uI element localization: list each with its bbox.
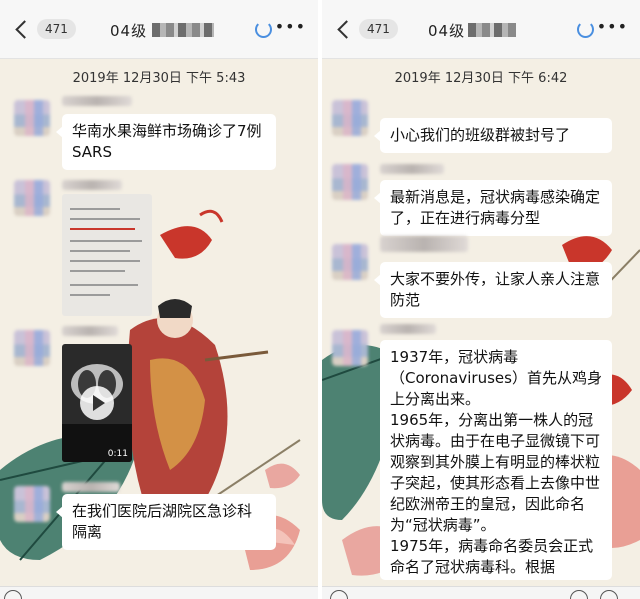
avatar[interactable] [14,486,50,522]
input-bar [0,586,318,599]
message-bubble[interactable]: 最新消息是，冠状病毒感染确定了，正在进行病毒分型 [374,180,612,236]
video-duration: 0:11 [107,449,128,459]
chat-screenshot-right: 471 04级 ••• 2019年 12月30日 下午 6:42 小心我们的班级… [322,0,640,599]
message-bubble[interactable]: 1937年，冠状病毒（Coronaviruses）首先从鸡身上分离出来。 196… [380,340,612,580]
message-bubble[interactable]: 大家不要外传，让家人亲人注意防范 [374,262,612,318]
sender-name [62,180,122,190]
sender-name [62,96,132,106]
avatar[interactable] [332,244,368,280]
video-message[interactable]: 0:11 [62,344,132,462]
sender-name [380,164,444,174]
refresh-icon[interactable] [255,21,272,38]
sender-name [380,236,468,252]
unread-count: 471 [359,19,398,39]
chat-title: 04级 [428,22,466,40]
emoji-icon[interactable] [570,590,588,599]
avatar[interactable] [332,330,368,366]
message-bubble[interactable]: 华南水果海鲜市场确诊了7例SARS [56,114,276,170]
input-bar [322,586,640,599]
message-bubble[interactable]: 在我们医院后湖院区急诊科隔离 [56,494,276,550]
avatar[interactable] [332,164,368,200]
chat-header: 471 04级 ••• [0,0,318,59]
refresh-icon[interactable] [577,21,594,38]
back-chevron-icon [337,19,356,39]
sender-name [380,324,436,334]
play-icon[interactable] [80,386,114,420]
avatar[interactable] [14,100,50,136]
redacted-title [468,23,516,37]
voice-icon[interactable] [4,590,22,599]
message-timestamp: 2019年 12月30日 下午 6:42 [394,71,568,86]
unread-count: 471 [37,19,76,39]
image-message[interactable] [62,194,152,316]
sender-name [62,482,120,492]
more-icon[interactable]: ••• [597,19,628,35]
message-bubble[interactable]: 小心我们的班级群被封号了 [374,118,612,153]
more-icon[interactable]: ••• [275,19,306,35]
avatar[interactable] [14,180,50,216]
redacted-title [152,23,214,37]
chat-title: 04级 [110,22,148,40]
add-icon[interactable] [600,590,618,599]
chat-header: 471 04级 ••• [322,0,640,59]
back-chevron-icon [15,19,34,39]
back-button[interactable]: 471 [14,18,76,40]
avatar[interactable] [14,330,50,366]
avatar[interactable] [332,100,368,136]
sender-name [62,326,118,336]
chat-screenshot-left: 471 04级 ••• 2019年 12月30日 下午 5:43 华南水果海鲜市… [0,0,318,599]
back-button[interactable]: 471 [336,18,398,40]
voice-icon[interactable] [330,590,348,599]
message-timestamp: 2019年 12月30日 下午 5:43 [72,71,246,86]
